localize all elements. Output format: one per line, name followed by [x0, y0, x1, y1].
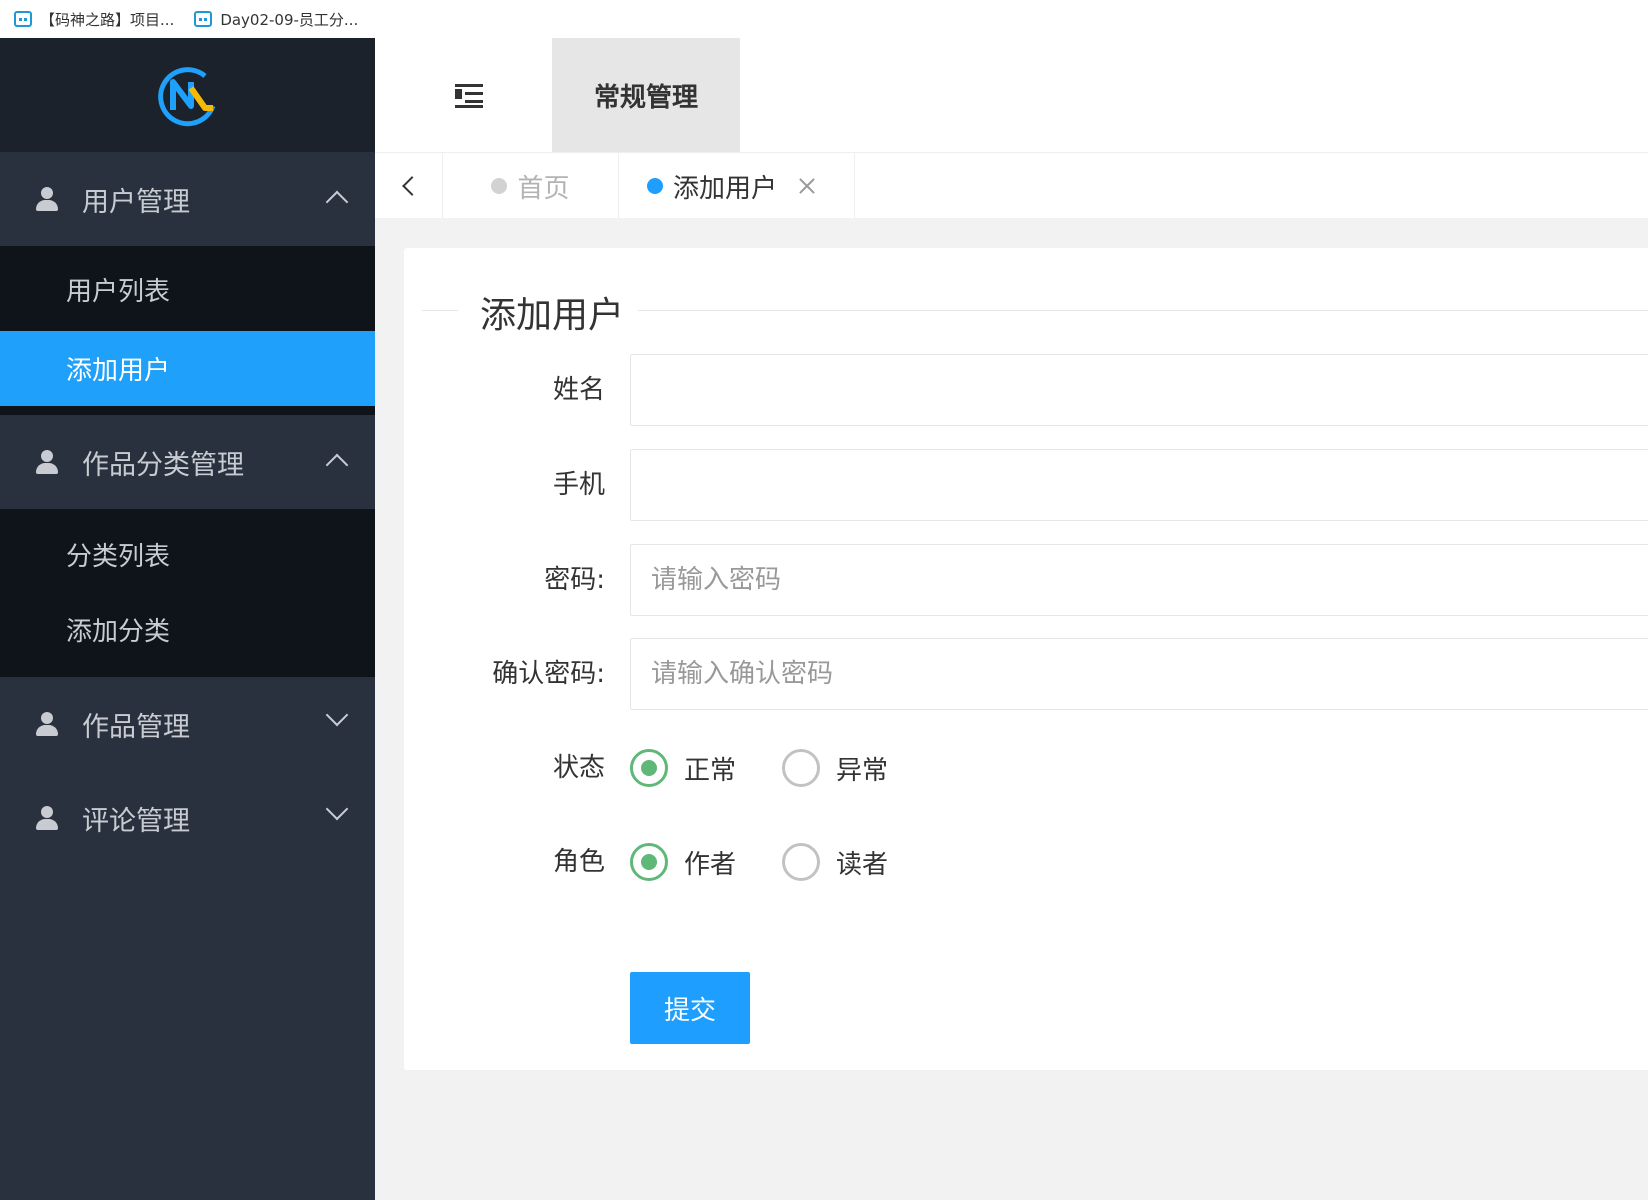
sidebar-item-add-category[interactable]: 添加分类	[0, 592, 375, 667]
submit-button[interactable]: 提交	[630, 972, 750, 1044]
tab-label: 首页	[517, 173, 570, 204]
status-label: 状态	[552, 753, 605, 783]
chevron-down-icon	[325, 797, 349, 821]
radio-label: 异常	[836, 755, 889, 786]
top-header: 常规管理	[375, 38, 1648, 152]
legend-divider	[422, 310, 458, 311]
confirm-password-input[interactable]	[630, 638, 1648, 710]
close-icon[interactable]	[799, 178, 815, 194]
sidebar-group-label: 作品分类管理	[82, 449, 244, 481]
form-title: 添加用户	[480, 295, 625, 336]
user-icon	[36, 187, 58, 211]
chevron-down-icon	[325, 703, 349, 727]
submenu-user-management: 用户列表 添加用户	[0, 246, 375, 415]
add-user-form-card: 添加用户 姓名 手机 密码: 确认密码: 状态 正常 异常 角色 作者 读者 提…	[404, 248, 1648, 1070]
chevron-left-icon	[401, 176, 422, 196]
role-radio-author[interactable]: 作者	[630, 843, 736, 881]
user-icon	[36, 450, 58, 474]
logo-area	[0, 38, 375, 152]
tab-label: 添加用户	[673, 173, 778, 204]
status-radio-normal[interactable]: 正常	[630, 749, 736, 787]
sidebar-group-label: 作品管理	[82, 711, 190, 743]
tab-status-dot	[491, 178, 508, 194]
legend-divider	[638, 310, 1648, 311]
tab-home[interactable]: 首页	[443, 153, 619, 219]
form-row-phone: 手机	[404, 449, 1648, 521]
password-input[interactable]	[630, 544, 1648, 616]
status-radio-abnormal[interactable]: 异常	[782, 749, 888, 787]
logo-icon	[157, 67, 215, 127]
tab-status-dot	[647, 178, 663, 194]
sidebar-group-works-management[interactable]: 作品管理	[0, 677, 375, 771]
sidebar-group-category-management[interactable]: 作品分类管理	[0, 415, 375, 509]
chevron-up-icon	[325, 453, 349, 477]
sidebar-group-label: 用户管理	[82, 186, 190, 218]
role-radio-group: 作者 读者	[630, 826, 934, 898]
name-label: 姓名	[552, 375, 605, 405]
user-icon	[36, 712, 58, 736]
sidebar: 用户管理 用户列表 添加用户 作品分类管理 分类列表 添加分类 作品管理 评论管…	[0, 38, 375, 1200]
form-row-name: 姓名	[404, 354, 1648, 426]
role-label: 角色	[552, 847, 605, 877]
phone-input[interactable]	[630, 449, 1648, 521]
tab-add-user[interactable]: 添加用户	[619, 153, 855, 219]
bookmark-item[interactable]: Day02-09-员工分...	[194, 9, 358, 30]
tabs-back-button[interactable]	[375, 153, 443, 219]
form-row-status: 状态 正常 异常	[404, 732, 1648, 804]
bookmark-label: 【码神之路】项目...	[40, 10, 175, 29]
bilibili-icon	[194, 11, 213, 27]
status-radio-group: 正常 异常	[630, 732, 934, 804]
user-icon	[36, 806, 58, 830]
form-row-confirm-password: 确认密码:	[404, 638, 1648, 710]
chevron-up-icon	[325, 190, 349, 214]
radio-checked-icon	[630, 749, 668, 787]
radio-unchecked-icon	[782, 749, 821, 787]
radio-label: 作者	[684, 849, 737, 880]
radio-label: 正常	[684, 755, 737, 786]
sidebar-item-add-user[interactable]: 添加用户	[0, 331, 375, 406]
password-label: 密码:	[544, 565, 605, 595]
phone-label: 手机	[552, 470, 605, 500]
submenu-category-management: 分类列表 添加分类	[0, 509, 375, 677]
sidebar-group-comment-management[interactable]: 评论管理	[0, 771, 375, 865]
sidebar-group-label: 评论管理	[82, 805, 190, 837]
sidebar-item-user-list[interactable]: 用户列表	[0, 246, 375, 331]
radio-unchecked-icon	[782, 843, 821, 881]
role-radio-reader[interactable]: 读者	[782, 843, 888, 881]
radio-checked-icon	[630, 843, 668, 881]
menu-toggle-icon[interactable]	[455, 82, 483, 108]
bookmark-item[interactable]: 【码神之路】项目...	[14, 9, 174, 30]
radio-label: 读者	[836, 849, 889, 880]
bookmarks-bar: 【码神之路】项目... Day02-09-员工分...	[0, 0, 1648, 38]
sidebar-group-user-management[interactable]: 用户管理	[0, 152, 375, 246]
confirm-password-label: 确认密码:	[492, 659, 605, 689]
bookmark-label: Day02-09-员工分...	[220, 10, 359, 29]
name-input[interactable]	[630, 354, 1648, 426]
page-tabs-bar: 首页 添加用户	[375, 152, 1648, 219]
bilibili-icon	[14, 11, 32, 27]
form-row-password: 密码:	[404, 544, 1648, 616]
sidebar-item-category-list[interactable]: 分类列表	[0, 517, 375, 592]
top-nav-general-management[interactable]: 常规管理	[552, 38, 740, 152]
form-row-role: 角色 作者 读者	[404, 826, 1648, 898]
